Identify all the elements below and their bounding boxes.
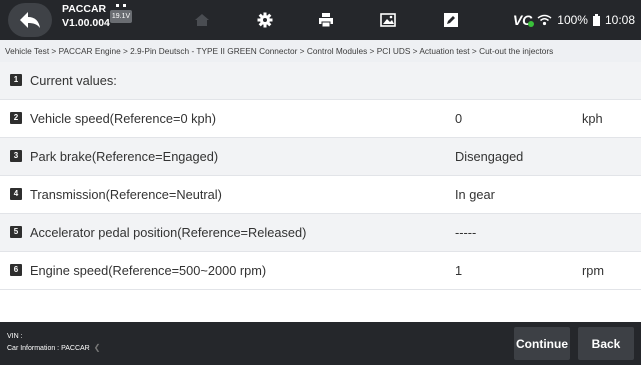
row-number: 2 bbox=[10, 112, 22, 124]
app-version: V1.00.004 bbox=[62, 17, 110, 29]
bottom-bar: VIN : Car Information : PACCAR ❮ Continue… bbox=[0, 322, 641, 365]
edit-icon bbox=[444, 13, 458, 27]
row-number: 6 bbox=[10, 264, 22, 276]
back-arrow-icon bbox=[20, 12, 40, 28]
row-label: Current values: bbox=[30, 73, 117, 88]
home-button[interactable] bbox=[177, 0, 227, 40]
chevron-left-icon: ❮ bbox=[93, 343, 101, 352]
battery-terminal-icon bbox=[116, 4, 126, 7]
wifi-icon bbox=[537, 14, 552, 26]
voltage-value: 19.1V bbox=[110, 10, 132, 23]
vin-label: VIN : bbox=[7, 333, 23, 340]
top-bar: PACCAR V1.00.004 19.1V VC 100% 10:08 bbox=[0, 0, 641, 40]
status-area: VC 100% 10:08 bbox=[513, 0, 635, 40]
row-value: 0 bbox=[455, 111, 463, 126]
row-number: 1 bbox=[10, 74, 22, 86]
list-item[interactable]: 2 Vehicle speed(Reference=0 kph) 0 kph bbox=[0, 100, 641, 138]
battery-percent: 100% bbox=[557, 13, 588, 27]
battery-icon bbox=[592, 14, 600, 26]
car-information-text: Car Information : PACCAR bbox=[7, 345, 90, 352]
vci-status: VC bbox=[513, 12, 535, 28]
settings-button[interactable] bbox=[240, 0, 290, 40]
vci-connected-icon bbox=[528, 21, 535, 27]
row-label: Park brake(Reference=Engaged) bbox=[30, 149, 219, 164]
clock-time: 10:08 bbox=[604, 13, 635, 27]
app-name: PACCAR bbox=[62, 3, 107, 15]
edit-button[interactable] bbox=[426, 0, 476, 40]
row-number: 4 bbox=[10, 188, 22, 200]
breadcrumb: Vehicle Test > PACCAR Engine > 2.9-Pin D… bbox=[0, 40, 641, 62]
row-value: ----- bbox=[455, 225, 477, 240]
row-label: Vehicle speed(Reference=0 kph) bbox=[30, 111, 217, 126]
screenshot-button[interactable] bbox=[363, 0, 413, 40]
row-label: Engine speed(Reference=500~2000 rpm) bbox=[30, 263, 267, 278]
home-icon bbox=[195, 14, 209, 26]
back-arrow-button[interactable] bbox=[8, 3, 52, 37]
image-icon bbox=[380, 13, 396, 27]
list-item[interactable]: 3 Park brake(Reference=Engaged) Disengag… bbox=[0, 138, 641, 176]
row-label: Transmission(Reference=Neutral) bbox=[30, 187, 222, 202]
row-number: 5 bbox=[10, 226, 22, 238]
row-unit: rpm bbox=[582, 263, 605, 278]
car-information[interactable]: Car Information : PACCAR ❮ bbox=[7, 343, 100, 353]
printer-icon bbox=[319, 13, 333, 28]
row-unit: kph bbox=[582, 111, 603, 126]
row-value: 1 bbox=[455, 263, 463, 278]
row-number: 3 bbox=[10, 150, 22, 162]
list-item[interactable]: 1 Current values: bbox=[0, 62, 641, 100]
print-button[interactable] bbox=[301, 0, 351, 40]
voltage-indicator: 19.1V bbox=[110, 2, 132, 26]
continue-button[interactable]: Continue bbox=[514, 327, 570, 360]
row-label: Accelerator pedal position(Reference=Rel… bbox=[30, 225, 307, 240]
gear-icon bbox=[257, 12, 273, 28]
data-list: 1 Current values: 2 Vehicle speed(Refere… bbox=[0, 62, 641, 290]
row-value: Disengaged bbox=[455, 149, 524, 164]
back-button[interactable]: Back bbox=[578, 327, 634, 360]
list-item[interactable]: 4 Transmission(Reference=Neutral) In gea… bbox=[0, 176, 641, 214]
list-item[interactable]: 6 Engine speed(Reference=500~2000 rpm) 1… bbox=[0, 252, 641, 290]
list-item[interactable]: 5 Accelerator pedal position(Reference=R… bbox=[0, 214, 641, 252]
row-value: In gear bbox=[455, 187, 495, 202]
